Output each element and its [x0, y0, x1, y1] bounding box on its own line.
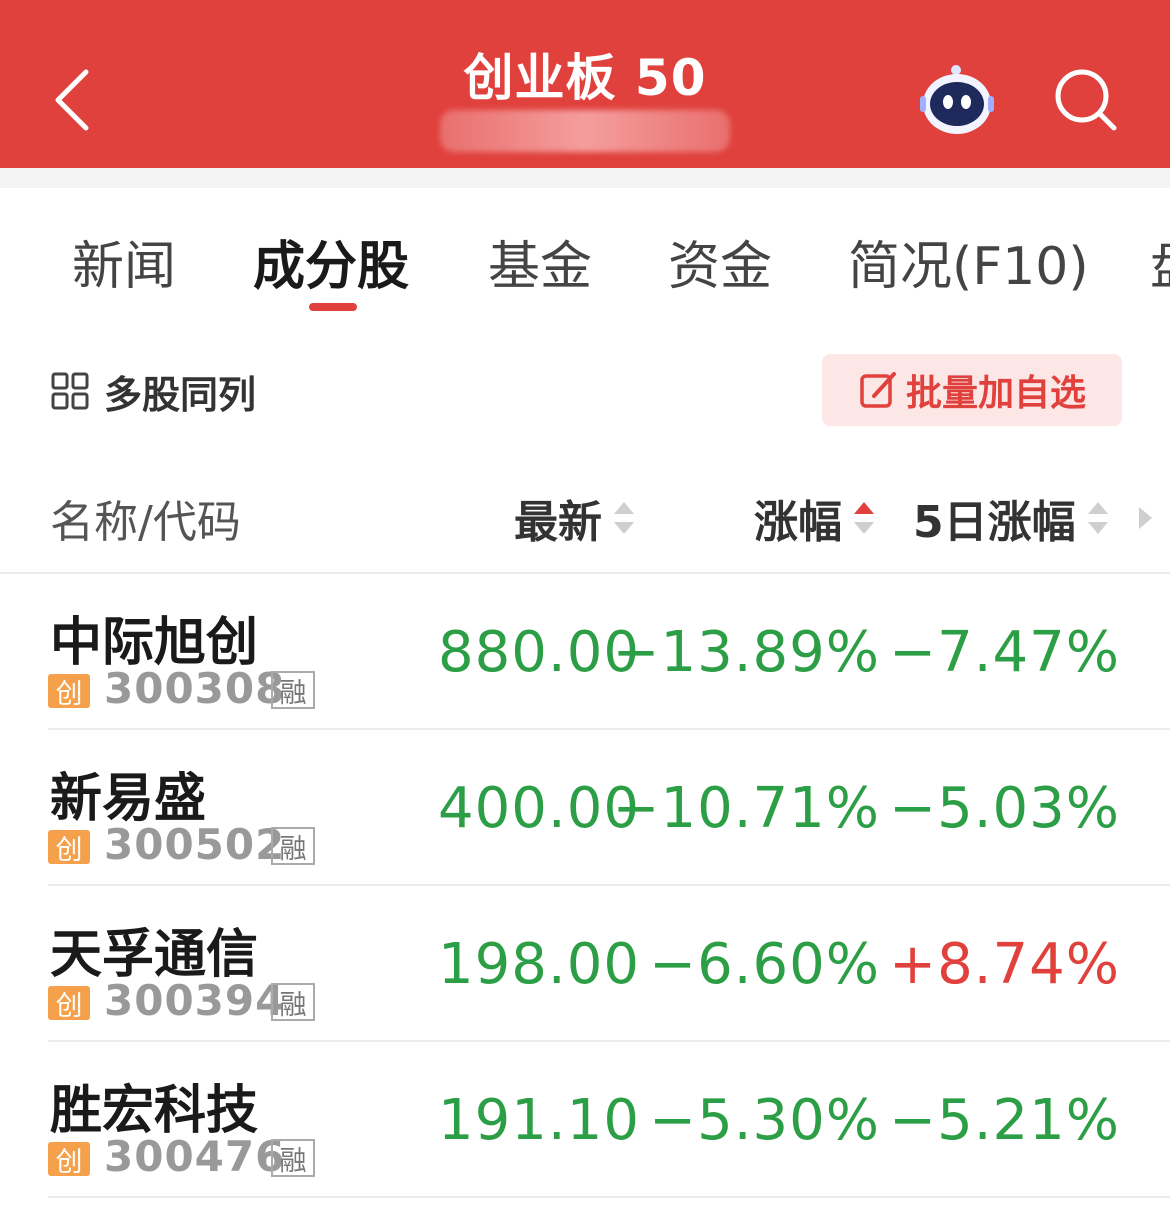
change-percent: −10.71%	[612, 776, 880, 841]
stock-code: 300308	[104, 664, 286, 713]
column-header-change5[interactable]: 5日涨幅	[913, 490, 1110, 548]
change5-percent: −5.03%	[889, 776, 1120, 841]
edit-icon	[860, 372, 896, 408]
sort-icon	[1087, 502, 1108, 534]
margin-badge: 融	[271, 1139, 315, 1177]
search-button[interactable]	[1052, 66, 1120, 134]
tab-capital[interactable]: 资金	[668, 224, 772, 299]
top-navbar: 创业板 50	[0, 0, 1170, 168]
column-header-latest[interactable]: 最新	[514, 490, 636, 548]
column-change5-label: 5日涨幅	[913, 497, 1076, 548]
batch-add-watchlist-button[interactable]: 批量加自选	[822, 354, 1122, 426]
stock-code: 300394	[104, 976, 286, 1025]
column-latest-label: 最新	[514, 497, 602, 548]
chevron-right-icon[interactable]	[1136, 504, 1154, 532]
chinext-badge: 创	[48, 986, 90, 1022]
active-tab-indicator	[309, 303, 357, 311]
change5-percent: +8.74%	[889, 932, 1120, 997]
tab-profile-f10[interactable]: 简况(F10)	[848, 224, 1089, 299]
column-name-label: 名称/代码	[50, 497, 241, 548]
tab-news[interactable]: 新闻	[72, 224, 176, 299]
chinext-badge: 创	[48, 674, 90, 710]
robot-assistant-button[interactable]	[918, 64, 996, 136]
table-row[interactable]: 新易盛 创 300502 融 400.00 −10.71% −5.03%	[0, 730, 1170, 886]
column-header-name: 名称/代码	[50, 490, 241, 548]
search-icon	[1055, 69, 1117, 131]
tab-funds[interactable]: 基金	[488, 224, 592, 299]
tab-constituents[interactable]: 成分股	[253, 224, 409, 299]
change-percent: −13.89%	[612, 620, 880, 685]
row-divider	[48, 1196, 1170, 1198]
multi-stock-label: 多股同列	[104, 372, 257, 417]
margin-badge: 融	[271, 827, 315, 865]
multi-stock-view-button[interactable]: 多股同列	[50, 368, 256, 417]
blurred-subtitle	[440, 110, 730, 152]
column-header-change[interactable]: 涨幅	[754, 490, 876, 548]
sort-icon	[614, 502, 634, 534]
grid-icon	[51, 372, 89, 410]
stock-code: 300476	[104, 1132, 286, 1181]
stock-code: 300502	[104, 820, 286, 869]
latest-price: 198.00	[438, 932, 640, 997]
change-percent: −6.60%	[649, 932, 880, 997]
batch-add-label: 批量加自选	[905, 373, 1086, 414]
change-percent: −5.30%	[649, 1088, 880, 1153]
tab-bar: 新闻 成分股 基金 资金 简况(F10) 盘	[0, 188, 1170, 328]
tab-more[interactable]: 盘	[1150, 224, 1170, 299]
latest-price: 191.10	[438, 1088, 640, 1153]
header-separator	[0, 168, 1170, 188]
column-change-label: 涨幅	[754, 497, 842, 548]
chinext-badge: 创	[48, 1142, 90, 1178]
latest-price: 400.00	[438, 776, 640, 841]
latest-price: 880.00	[438, 620, 640, 685]
margin-badge: 融	[271, 983, 315, 1021]
table-row[interactable]: 中际旭创 创 300308 融 880.00 −13.89% −7.47%	[0, 574, 1170, 730]
margin-badge: 融	[271, 671, 315, 709]
sort-desc-icon	[854, 502, 874, 534]
chinext-badge: 创	[48, 830, 90, 866]
change5-percent: −5.21%	[889, 1088, 1120, 1153]
robot-assistant-icon	[920, 65, 994, 134]
table-row[interactable]: 天孚通信 创 300394 融 198.00 −6.60% +8.74%	[0, 886, 1170, 1042]
change5-percent: −7.47%	[889, 620, 1120, 685]
table-row[interactable]: 胜宏科技 创 300476 融 191.10 −5.30% −5.21%	[0, 1042, 1170, 1198]
